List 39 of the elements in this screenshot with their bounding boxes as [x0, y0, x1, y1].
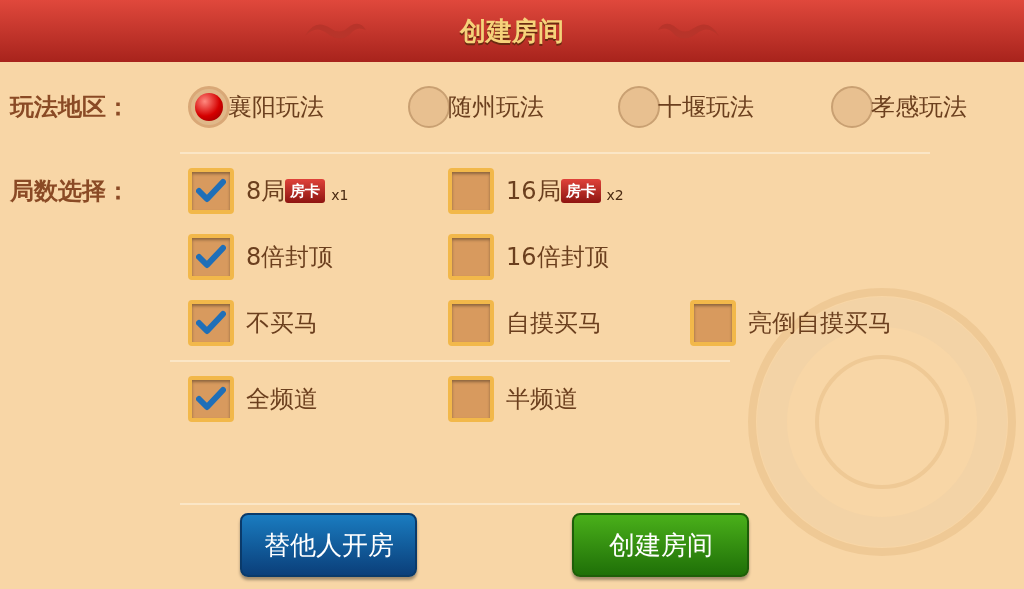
checkbox[interactable] [448, 376, 494, 422]
checkbox[interactable] [188, 376, 234, 422]
room-card-badge: 房卡 [285, 178, 326, 204]
checkbox[interactable] [448, 168, 494, 214]
option-label: 全频道 [246, 384, 318, 415]
option-label: 十堰玩法 [658, 92, 754, 123]
option-label: 亮倒自摸买马 [748, 308, 892, 339]
radio-button[interactable] [618, 86, 660, 128]
multiplier-text: x2 [606, 185, 624, 205]
checkbox[interactable] [448, 234, 494, 280]
checkmark-icon [196, 244, 226, 270]
checkmark-icon [196, 178, 226, 204]
option-label: 8局 [246, 176, 286, 207]
region-label: 玩法地区： [10, 92, 131, 123]
room-card-badge: 房卡 [560, 178, 601, 204]
radio-button[interactable] [831, 86, 873, 128]
rounds-label: 局数选择： [10, 176, 131, 207]
checkbox[interactable] [690, 300, 736, 346]
option-label: 自摸买马 [506, 308, 602, 339]
create-room-button[interactable]: 创建房间 [572, 513, 749, 577]
open-for-others-button[interactable]: 替他人开房 [240, 513, 417, 577]
checkmark-icon [196, 310, 226, 336]
option-label: 16局 [506, 176, 561, 207]
checkbox[interactable] [188, 300, 234, 346]
option-label: 襄阳玩法 [228, 92, 324, 123]
radio-button[interactable] [188, 86, 230, 128]
window-title: 创建房间 [460, 14, 564, 48]
option-label: 随州玩法 [448, 92, 544, 123]
checkmark-icon [196, 386, 226, 412]
checkbox[interactable] [188, 234, 234, 280]
option-label: 16倍封顶 [506, 242, 609, 273]
checkbox[interactable] [448, 300, 494, 346]
option-label: 半频道 [506, 384, 578, 415]
option-label: 不买马 [246, 308, 318, 339]
radio-button[interactable] [408, 86, 450, 128]
checkbox[interactable] [188, 168, 234, 214]
multiplier-text: x1 [331, 185, 349, 205]
option-label: 孝感玩法 [871, 92, 967, 123]
option-label: 8倍封顶 [246, 242, 334, 273]
